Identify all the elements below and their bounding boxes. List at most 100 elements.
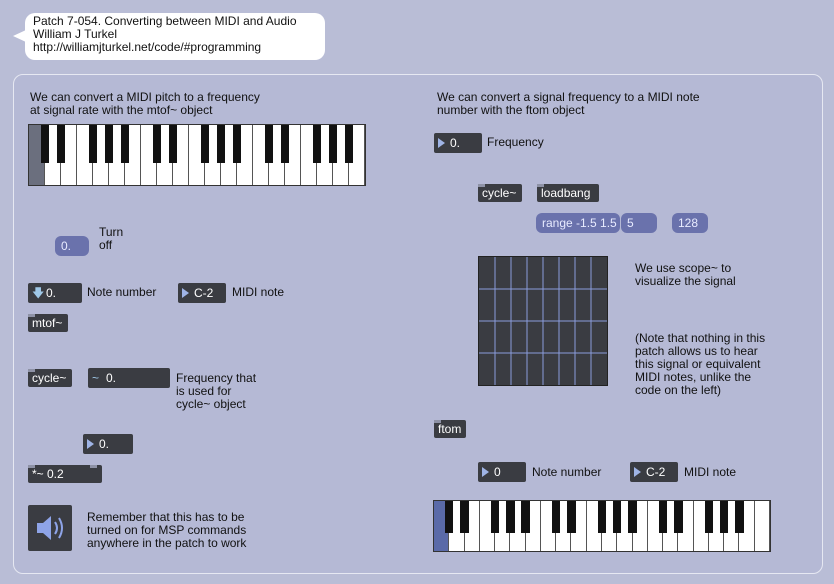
black-key[interactable] — [460, 501, 469, 533]
inlet — [28, 314, 35, 317]
black-key[interactable] — [40, 125, 50, 163]
black-key[interactable] — [658, 501, 668, 533]
black-key[interactable] — [216, 125, 226, 163]
gain-number-box[interactable]: 0. — [83, 434, 133, 454]
note-number-box[interactable]: 🡇 0. — [28, 283, 82, 303]
midi-note-label: MIDI note — [232, 285, 285, 299]
turn-off-number-message[interactable]: 0. — [55, 236, 89, 256]
black-key[interactable] — [264, 125, 274, 163]
black-key[interactable] — [445, 501, 454, 533]
black-key[interactable] — [168, 125, 178, 163]
left-keyboard[interactable] — [28, 124, 366, 186]
n128-text: 128 — [678, 216, 699, 230]
inlet — [28, 465, 35, 468]
black-key[interactable] — [628, 501, 637, 533]
number-triangle-icon — [438, 138, 445, 148]
speaker-icon — [37, 516, 63, 540]
not-audible-comment: (Note that nothing in this patch allows … — [635, 331, 766, 397]
dac-button[interactable] — [28, 505, 72, 551]
black-key[interactable] — [506, 501, 515, 533]
inlet — [434, 420, 441, 423]
range-message[interactable]: range -1.5 1.5 — [536, 213, 620, 233]
black-key[interactable] — [232, 125, 242, 163]
mtof-text: mtof~ — [32, 316, 63, 330]
title-line-3: http://williamjturkel.net/code/#programm… — [33, 40, 262, 54]
inlet — [478, 184, 485, 187]
range-text: range -1.5 1.5 — [542, 216, 617, 230]
frequency-signal-number[interactable]: ~ 0. — [88, 368, 170, 388]
black-key[interactable] — [88, 125, 98, 163]
frequency-used-label: Frequency that is used for cycle~ object — [176, 371, 257, 411]
five-message[interactable]: 5 — [621, 213, 657, 233]
black-key[interactable] — [120, 125, 130, 163]
black-key[interactable] — [280, 125, 290, 163]
black-key[interactable] — [613, 501, 622, 533]
black-key[interactable] — [200, 125, 210, 163]
cycle-text: cycle~ — [32, 371, 67, 385]
black-key[interactable] — [344, 125, 354, 163]
multiply-text: *~ 0.2 — [32, 467, 64, 481]
gain-number-value: 0. — [99, 437, 110, 451]
scope-display[interactable] — [478, 256, 608, 386]
right-note-number-box[interactable]: 0 — [478, 462, 526, 482]
patch-title-bubble: Patch 7-054. Converting between MIDI and… — [25, 13, 325, 60]
five-text: 5 — [627, 216, 634, 230]
scope-comment: We use scope~ to visualize the signal — [635, 261, 736, 288]
number-triangle-icon — [634, 467, 641, 477]
left-intro-comment: We can convert a MIDI pitch to a frequen… — [30, 90, 260, 117]
midi-note-value: C-2 — [194, 286, 214, 300]
cycle-object-right[interactable]: cycle~ — [478, 184, 522, 202]
frequency-signal-value: 0. — [106, 371, 117, 385]
black-key[interactable] — [704, 501, 714, 533]
black-key[interactable] — [597, 501, 607, 533]
black-key[interactable] — [674, 501, 683, 533]
dac-reminder-comment: Remember that this has to be turned on f… — [87, 510, 247, 550]
turn-off-label: Turn off — [99, 225, 124, 252]
right-note-number-label: Note number — [532, 465, 602, 479]
inlet — [537, 184, 544, 187]
right-midi-note-box[interactable]: C-2 — [630, 462, 678, 482]
black-key[interactable] — [719, 501, 729, 533]
scope-grid — [479, 257, 607, 385]
frequency-number-box[interactable]: 0. — [434, 133, 482, 153]
midi-note-box[interactable]: C-2 — [178, 283, 226, 303]
title-line-1: Patch 7-054. Converting between MIDI and… — [33, 14, 297, 28]
black-key[interactable] — [567, 501, 576, 533]
loadbang-object[interactable]: loadbang — [537, 184, 599, 202]
n128-message[interactable]: 128 — [672, 213, 708, 233]
number-triangle-icon — [482, 467, 489, 477]
black-key[interactable] — [735, 501, 744, 533]
number-triangle-icon — [87, 439, 94, 449]
black-key[interactable] — [490, 501, 500, 533]
cycle-object-left[interactable]: cycle~ — [28, 369, 72, 387]
multiply-signal-object[interactable]: *~ 0.2 — [28, 465, 102, 483]
note-number-value: 0. — [46, 286, 57, 300]
right-intro-comment: We can convert a signal frequency to a M… — [437, 90, 700, 117]
frequency-label: Frequency — [487, 135, 544, 149]
black-key[interactable] — [312, 125, 322, 163]
note-number-label: Note number — [87, 285, 157, 299]
ftom-object[interactable]: ftom — [434, 420, 466, 438]
black-key[interactable] — [328, 125, 338, 163]
right-keyboard[interactable] — [433, 500, 771, 552]
title-line-2: William J Turkel — [33, 27, 118, 41]
right-midi-note-label: MIDI note — [684, 465, 737, 479]
inlet — [90, 465, 97, 468]
down-arrow-icon: 🡇 — [32, 286, 45, 300]
mtof-object[interactable]: mtof~ — [28, 314, 68, 332]
turn-off-number-text: 0. — [61, 239, 72, 253]
tilde-icon: ~ — [92, 371, 100, 385]
black-key[interactable] — [551, 501, 561, 533]
black-key[interactable] — [152, 125, 162, 163]
number-triangle-icon — [182, 288, 189, 298]
ftom-text: ftom — [438, 422, 462, 436]
white-key[interactable] — [754, 501, 770, 551]
cycle-text: cycle~ — [482, 186, 517, 200]
black-key[interactable] — [104, 125, 114, 163]
black-key[interactable] — [56, 125, 66, 163]
loadbang-text: loadbang — [541, 186, 591, 200]
right-midi-note-value: C-2 — [646, 465, 666, 479]
inlet — [28, 369, 35, 372]
right-note-number-value: 0 — [494, 465, 501, 479]
black-key[interactable] — [521, 501, 530, 533]
